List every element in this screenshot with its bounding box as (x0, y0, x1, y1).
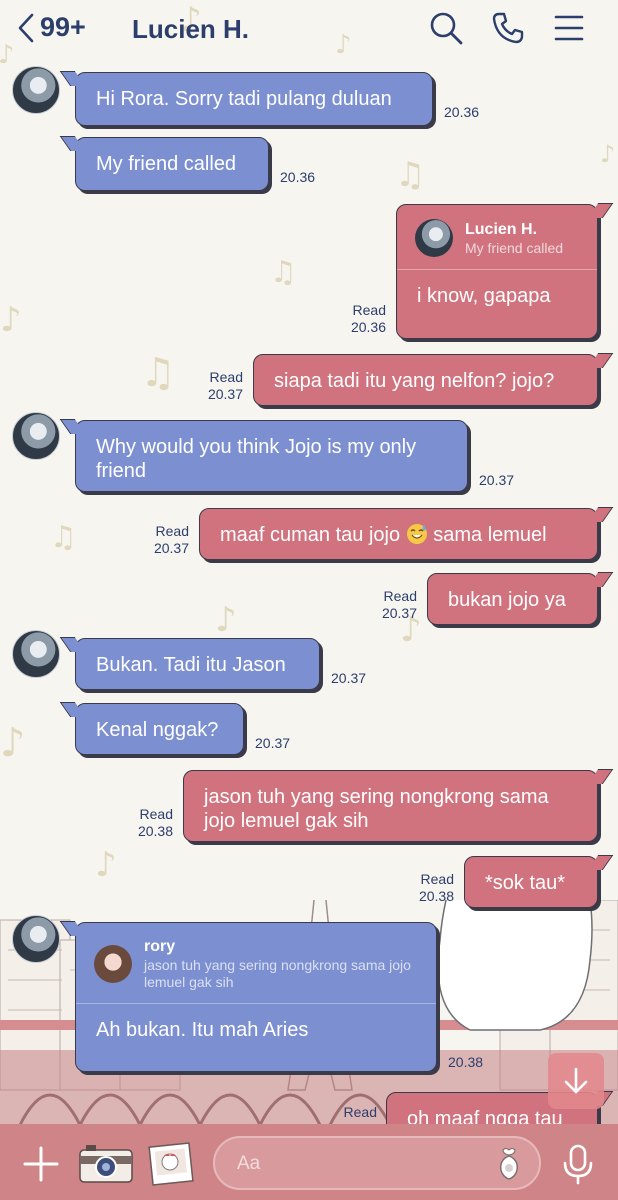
message-text: bukan jojo ya (448, 589, 566, 611)
scroll-to-bottom-button[interactable] (548, 1053, 604, 1109)
message-text-end: sama lemuel (433, 524, 547, 546)
photo-icon (148, 1142, 194, 1186)
message-time: 20.37 (255, 735, 291, 751)
message-text-start: maaf cuman tau jojo (220, 524, 401, 546)
contact-avatar[interactable] (12, 412, 60, 460)
incoming-reply-bubble[interactable]: rory jason tuh yang sering nongkrong sam… (75, 922, 437, 1072)
outgoing-message-bubble[interactable]: siapa tadi itu yang nelfon? jojo? (253, 354, 598, 406)
message-time: 20.37 (153, 540, 189, 556)
outgoing-reply-bubble[interactable]: Lucien H. My friend called i know, gapap… (396, 204, 598, 339)
quoted-text: My friend called (465, 239, 564, 256)
camera-button[interactable] (78, 1142, 134, 1186)
contact-avatar[interactable] (12, 66, 60, 114)
outgoing-message-bubble[interactable]: *sok tau* (464, 856, 598, 908)
incoming-message-bubble[interactable]: Hi Rora. Sorry tadi pulang duluan (75, 72, 433, 126)
quoted-avatar (94, 945, 132, 983)
incoming-message-bubble[interactable]: Kenal nggak? (75, 703, 244, 755)
quoted-sender: rory (144, 938, 176, 955)
message-text: Why would you think Jojo is my only frie… (96, 436, 417, 482)
back-button[interactable]: 99+ (18, 12, 86, 43)
message-time: 20.36 (350, 319, 386, 335)
message-time: 20.36 (280, 169, 316, 185)
read-receipt: Read (155, 523, 189, 539)
plus-icon (23, 1146, 59, 1182)
outgoing-message-bubble[interactable]: bukan jojo ya (427, 573, 598, 625)
unread-count: 99+ (40, 12, 86, 42)
arrow-down-icon (564, 1067, 588, 1094)
message-status: Read 20.37 (142, 523, 189, 557)
camera-icon (79, 1145, 133, 1183)
outgoing-message-bubble[interactable]: maaf cuman tau jojo sama lemuel (199, 508, 598, 560)
message-time: 20.37 (381, 605, 417, 621)
message-composer (0, 1124, 618, 1200)
menu-icon (554, 15, 584, 41)
message-text: *sok tau* (485, 872, 566, 894)
read-receipt: Read (343, 1104, 377, 1120)
chat-title: Lucien H. (132, 14, 250, 44)
message-text: Hi Rora. Sorry tadi pulang duluan (96, 88, 392, 110)
outgoing-message-bubble[interactable]: jason tuh yang sering nongkrong sama joj… (183, 770, 598, 842)
read-receipt: Read (383, 588, 417, 604)
message-time: 20.38 (418, 888, 454, 904)
message-text: Bukan. Tadi itu Jason (96, 654, 286, 676)
message-time: 20.38 (137, 823, 173, 839)
microphone-icon (563, 1144, 593, 1185)
contact-avatar[interactable] (12, 915, 60, 963)
message-input[interactable] (237, 1150, 487, 1178)
message-text: siapa tadi itu yang nelfon? jojo? (274, 370, 555, 392)
phone-icon (492, 12, 524, 44)
message-input-container[interactable] (213, 1136, 541, 1190)
chevron-left-icon (18, 13, 34, 42)
contact-avatar[interactable] (12, 630, 60, 678)
message-text: i know, gapapa (417, 285, 551, 307)
incoming-message-bubble[interactable]: My friend called (75, 137, 269, 191)
read-receipt: Read (209, 369, 243, 385)
message-status: Read 20.36 (340, 302, 386, 336)
read-receipt: Read (139, 806, 173, 822)
sweat-smile-emoji-icon (406, 524, 427, 544)
search-button[interactable] (428, 10, 464, 46)
quoted-text: jason tuh yang sering nongkrong sama joj… (144, 957, 411, 990)
quoted-sender: Lucien H. (465, 220, 538, 238)
chat-header: 99+ Lucien H. (0, 0, 618, 60)
message-text: My friend called (96, 153, 237, 175)
sticker-icon[interactable] (493, 1146, 525, 1182)
read-receipt: Read (420, 871, 454, 887)
message-text: Ah bukan. Itu mah Aries (96, 1019, 309, 1041)
message-text: jason tuh yang sering nongkrong sama joj… (204, 786, 549, 832)
message-time: 20.36 (444, 104, 480, 120)
quoted-message[interactable]: Lucien H. My friend called (397, 205, 597, 270)
message-time: 20.37 (479, 472, 515, 488)
message-status: Read (330, 1104, 377, 1121)
message-status: Read 20.38 (126, 806, 173, 840)
search-icon (430, 12, 463, 45)
quoted-message[interactable]: rory jason tuh yang sering nongkrong sam… (76, 923, 436, 1004)
gallery-button[interactable] (148, 1142, 194, 1186)
incoming-message-bubble[interactable]: Bukan. Tadi itu Jason (75, 638, 320, 690)
message-status: Read 20.38 (407, 871, 454, 905)
incoming-message-bubble[interactable]: Why would you think Jojo is my only frie… (75, 420, 468, 492)
add-button[interactable] (19, 1142, 63, 1186)
voice-message-button[interactable] (556, 1142, 600, 1186)
read-receipt: Read (352, 302, 386, 318)
call-button[interactable] (490, 10, 526, 46)
message-time: 20.38 (448, 1054, 484, 1070)
message-status: Read 20.37 (370, 588, 417, 622)
menu-button[interactable] (552, 10, 588, 46)
message-status: Read 20.37 (196, 369, 243, 403)
message-time: 20.37 (331, 670, 367, 686)
message-text: Kenal nggak? (96, 719, 219, 741)
message-list[interactable]: Hi Rora. Sorry tadi pulang duluan 20.36 … (0, 60, 618, 1144)
message-time: 20.37 (207, 386, 243, 402)
quoted-avatar (415, 219, 453, 257)
